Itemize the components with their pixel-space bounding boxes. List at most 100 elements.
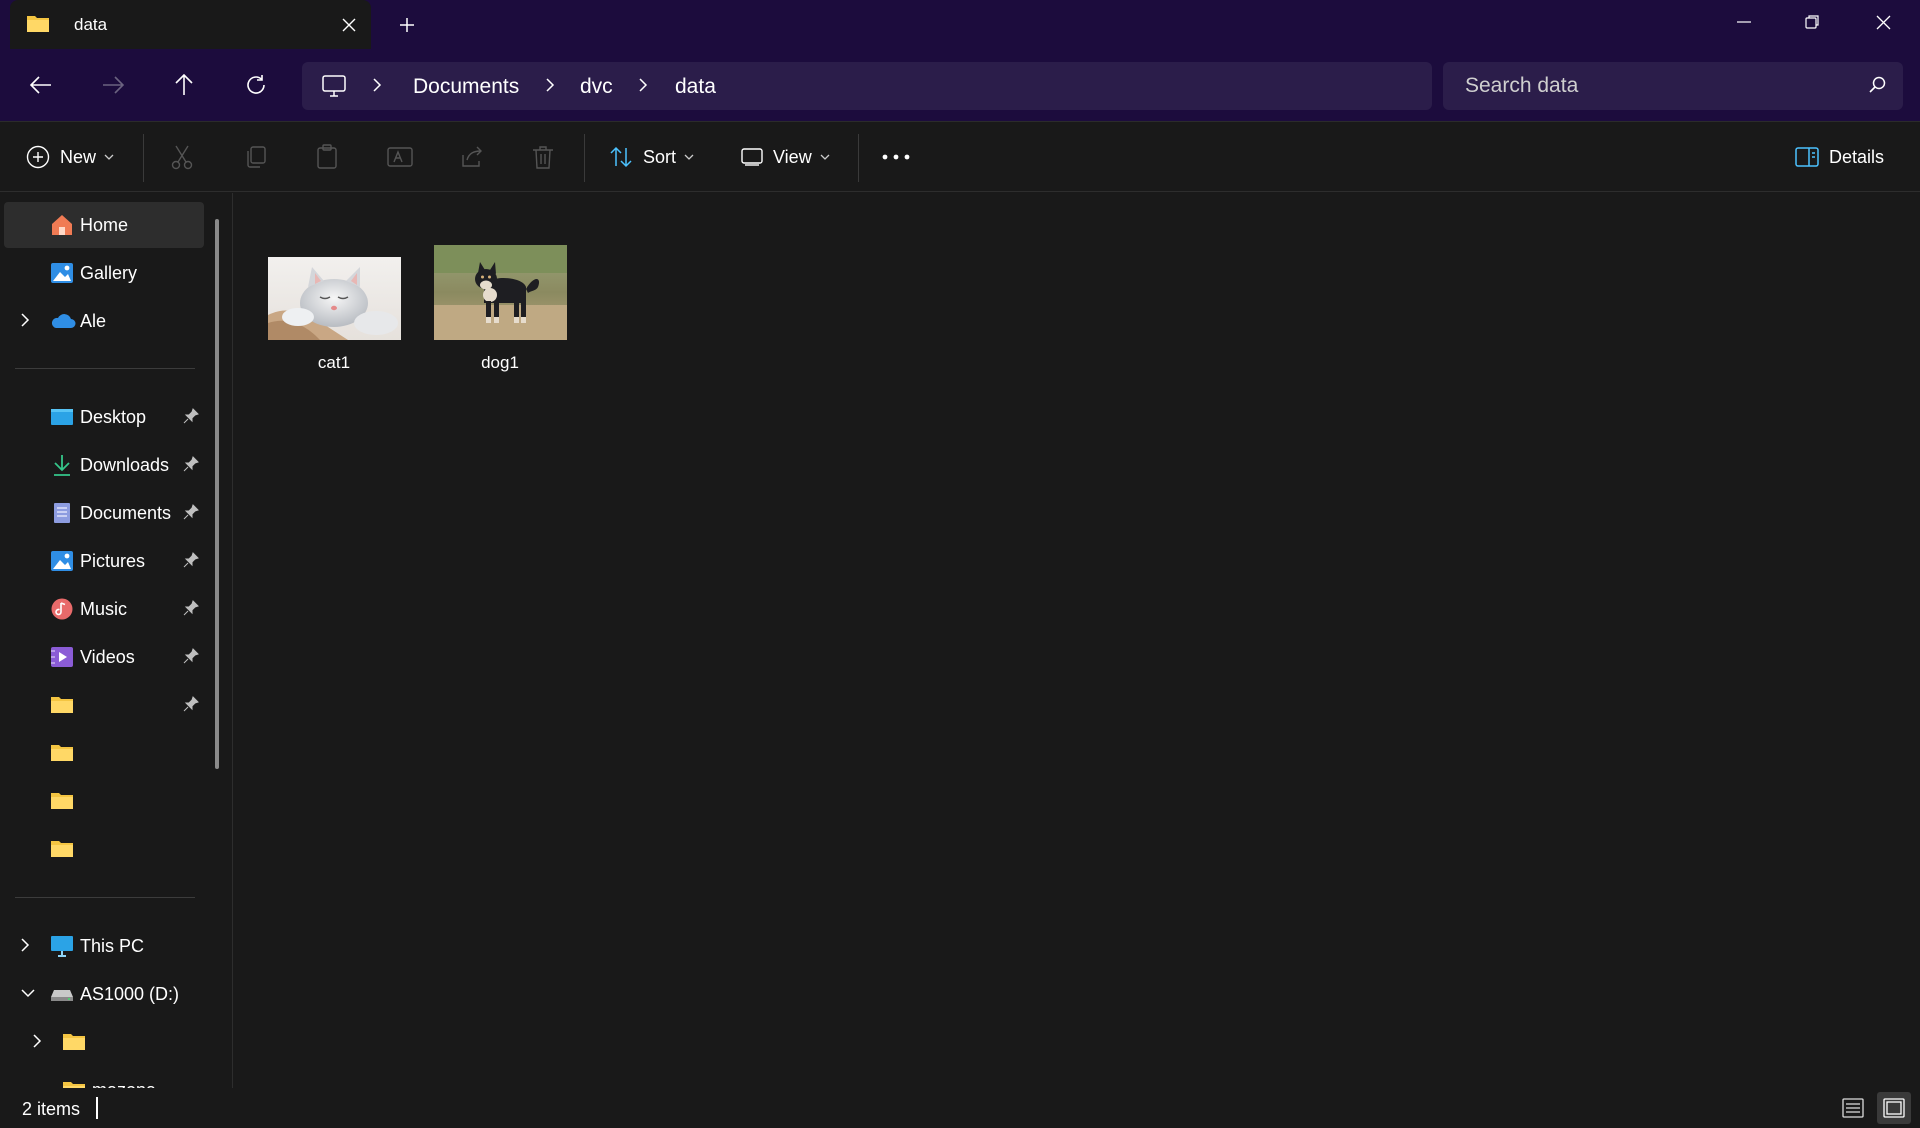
sidebar-label: This PC (80, 936, 145, 956)
chevron-right-icon[interactable] (20, 937, 30, 958)
chevron-right-icon[interactable] (32, 1033, 42, 1054)
sidebar-item-drive-d[interactable]: AS1000 (D:) (4, 971, 204, 1017)
pin-icon[interactable] (183, 456, 199, 477)
details-view-button[interactable] (1836, 1092, 1870, 1124)
videos-icon (50, 646, 74, 668)
sidebar-item-onedrive[interactable]: Ale (4, 298, 204, 344)
details-label: Details (1829, 146, 1885, 167)
pin-icon[interactable] (183, 648, 199, 669)
sidebar-item-folder[interactable] (4, 778, 204, 824)
pin-icon[interactable] (183, 504, 199, 525)
sidebar-label: Pictures (80, 551, 146, 571)
pin-icon[interactable] (183, 600, 199, 621)
this-pc-icon[interactable] (322, 74, 346, 103)
navigation-pane: Home Gallery Ale Desktop Downloads Docum… (0, 193, 233, 1088)
search-box[interactable] (1443, 62, 1903, 110)
sidebar-item-this-pc[interactable]: This PC (4, 923, 204, 969)
chevron-down-icon (820, 154, 830, 160)
sidebar-item-gallery[interactable]: Gallery (4, 250, 204, 296)
rename-button[interactable] (387, 137, 413, 177)
cat-image-icon[interactable] (268, 257, 401, 340)
pin-icon[interactable] (183, 408, 199, 429)
pin-icon[interactable] (183, 552, 199, 573)
sidebar-label: Desktop (80, 407, 147, 427)
sidebar-item-folder[interactable] (4, 826, 204, 872)
sidebar-item-folder[interactable] (4, 682, 204, 728)
sidebar-item-documents[interactable]: Documents (4, 490, 204, 536)
text-cursor (96, 1097, 98, 1119)
file-name: dog1 (481, 353, 519, 372)
sidebar-label: Videos (80, 647, 135, 667)
large-icons-view-button[interactable] (1877, 1092, 1911, 1124)
minimize-button[interactable] (1720, 8, 1768, 36)
sidebar-item-pictures[interactable]: Pictures (4, 538, 204, 584)
view-button[interactable]: View (741, 137, 830, 177)
new-button[interactable]: New (26, 137, 114, 177)
new-label: New (60, 146, 97, 167)
sidebar-item-folder[interactable] (4, 1019, 204, 1065)
file-item-cat1[interactable]: cat1 (254, 243, 404, 373)
up-button[interactable] (164, 67, 204, 103)
refresh-button[interactable] (236, 67, 276, 103)
chevron-right-icon[interactable] (20, 312, 30, 333)
paste-button[interactable] (315, 137, 339, 177)
file-item-dog1[interactable]: dog1 (420, 243, 570, 373)
home-icon (50, 214, 74, 236)
dog-image-icon[interactable] (434, 245, 567, 340)
sidebar-item-desktop[interactable]: Desktop (4, 394, 204, 440)
sort-button[interactable]: Sort (609, 137, 694, 177)
sidebar-label: Downloads (80, 455, 170, 475)
document-icon (50, 502, 74, 524)
cut-button[interactable] (170, 137, 194, 177)
search-input[interactable] (1465, 74, 1845, 98)
clipboard-icon (317, 144, 337, 169)
desktop-icon (50, 406, 74, 428)
view-label: View (773, 146, 812, 167)
command-bar: New Sort View Details (0, 122, 1920, 192)
view-icon (741, 148, 763, 166)
share-button[interactable] (459, 137, 485, 177)
close-tab-icon[interactable] (336, 12, 362, 38)
pin-icon[interactable] (183, 696, 199, 717)
tab-title: data (74, 15, 108, 34)
sidebar-label: Music (80, 599, 128, 619)
breadcrumb-data[interactable]: data (675, 75, 716, 99)
sidebar-label: Gallery (80, 263, 138, 283)
sidebar-item-videos[interactable]: Videos (4, 634, 204, 680)
sidebar-scrollbar[interactable] (215, 219, 219, 769)
cloud-icon (50, 310, 76, 332)
address-bar[interactable]: Documents dvc data (302, 62, 1432, 110)
drive-icon (50, 983, 74, 1005)
chevron-down-icon[interactable] (20, 985, 36, 1003)
sidebar-item-home[interactable]: Home (4, 202, 204, 248)
sidebar-item-folder[interactable]: mazona (4, 1067, 204, 1088)
details-pane-button[interactable]: Details (1795, 137, 1884, 177)
chevron-down-icon (684, 154, 694, 160)
thumbnail-view-icon (1883, 1098, 1905, 1118)
folder-icon (62, 1031, 86, 1053)
chevron-right-icon[interactable] (372, 77, 382, 98)
new-tab-button[interactable] (392, 12, 422, 38)
breadcrumb-documents[interactable]: Documents (413, 75, 519, 99)
close-window-button[interactable] (1859, 8, 1907, 36)
breadcrumb-dvc[interactable]: dvc (580, 75, 613, 99)
navigation-bar: Documents dvc data (0, 49, 1920, 122)
sort-icon (610, 146, 632, 168)
sidebar-item-folder[interactable] (4, 730, 204, 776)
chevron-right-icon[interactable] (638, 77, 648, 98)
tab-data[interactable]: data (10, 0, 371, 49)
chevron-right-icon[interactable] (545, 77, 555, 98)
sidebar-item-downloads[interactable]: Downloads (4, 442, 204, 488)
sort-label: Sort (643, 146, 677, 167)
item-count: 2 items (22, 1099, 81, 1119)
copy-button[interactable] (244, 137, 268, 177)
sidebar-item-music[interactable]: Music (4, 586, 204, 632)
sidebar-label: Home (80, 215, 129, 235)
forward-button[interactable] (93, 67, 133, 103)
search-icon[interactable] (1869, 76, 1887, 99)
sidebar-label: Documents (80, 503, 172, 523)
restore-button[interactable] (1788, 8, 1836, 36)
see-more-button[interactable] (882, 137, 910, 177)
delete-button[interactable] (532, 137, 554, 177)
back-button[interactable] (21, 67, 61, 103)
